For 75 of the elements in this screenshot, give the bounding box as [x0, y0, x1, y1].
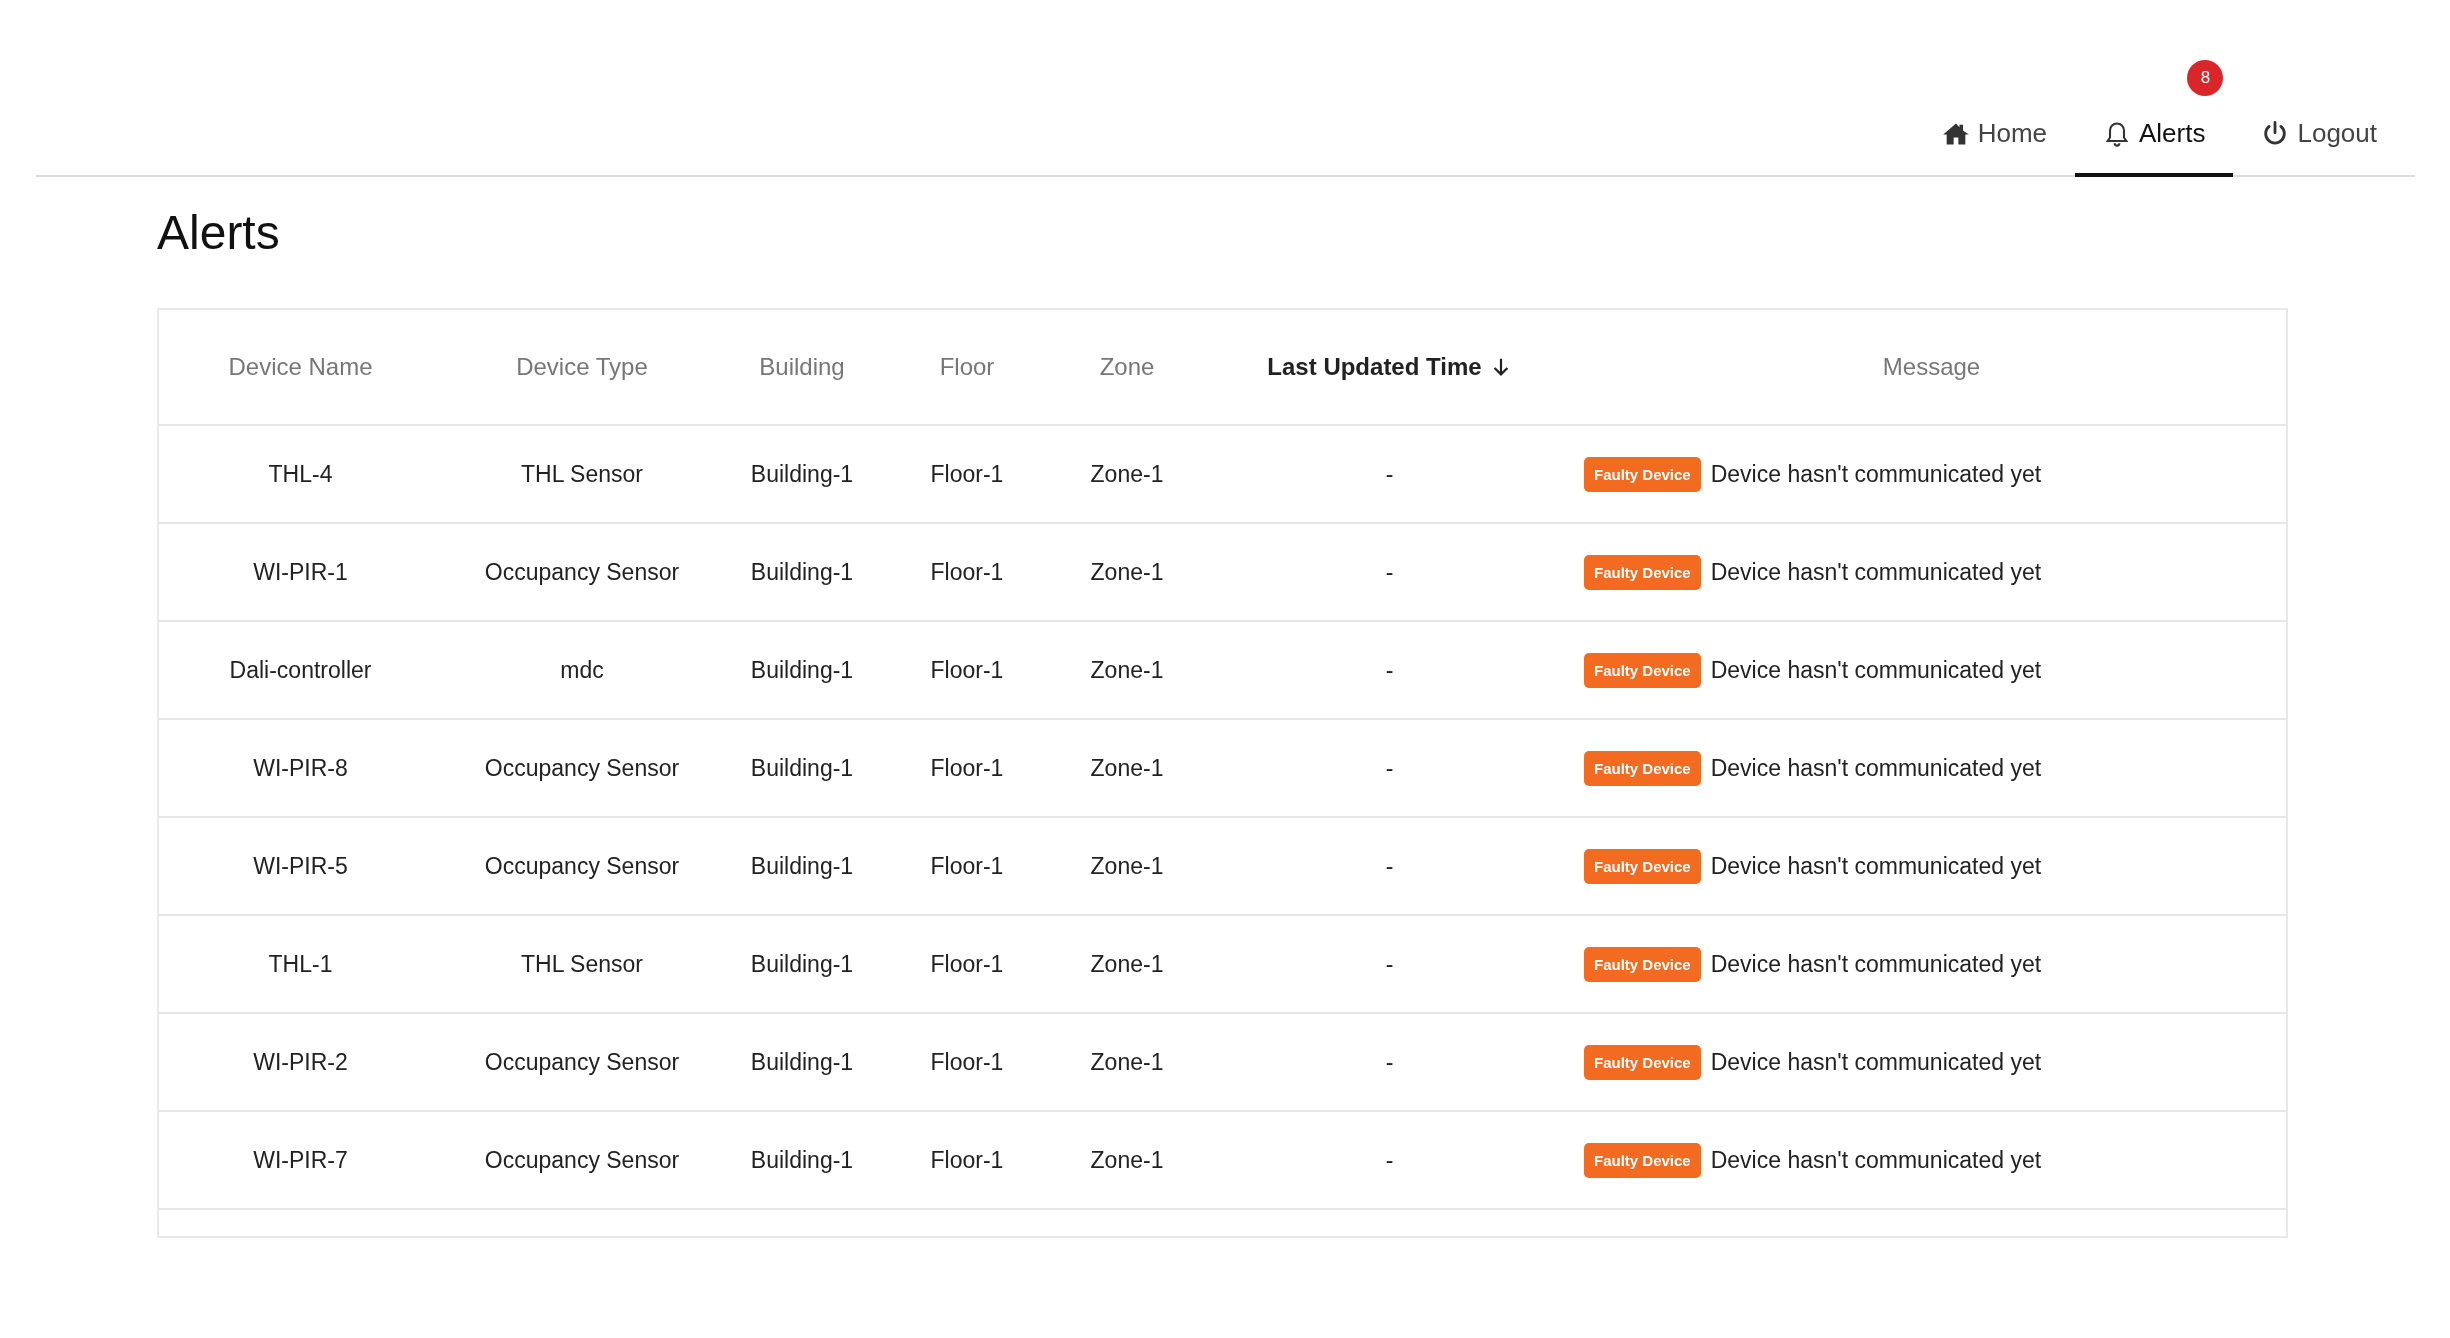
table-cell: Floor-1 [930, 1048, 1004, 1075]
message-text: Device hasn't communicated yet [1710, 754, 2042, 782]
column-header[interactable]: Building [759, 353, 845, 381]
table-cell: Occupancy Sensor [484, 1048, 680, 1075]
status-tag: Faulty Device [1584, 848, 1701, 884]
table-cell: THL Sensor [521, 950, 643, 977]
nav-tab[interactable]: Logout [2233, 118, 2405, 177]
table-cell: - [1385, 754, 1394, 781]
table-cell: Zone-1 [1090, 754, 1164, 781]
table-cell: - [1385, 950, 1394, 977]
table-cell: Zone-1 [1090, 1146, 1164, 1173]
table-cell: Building-1 [750, 460, 854, 487]
table-cell: - [1385, 1048, 1394, 1075]
status-tag: Faulty Device [1584, 652, 1701, 688]
table-cell: Occupancy Sensor [484, 558, 680, 585]
table-cell: Floor-1 [930, 558, 1004, 585]
table-cell: Building-1 [750, 754, 854, 781]
table-cell: Zone-1 [1090, 460, 1164, 487]
table-cell: - [1385, 558, 1394, 585]
table-cell: THL-4 [268, 460, 333, 487]
message-text: Device hasn't communicated yet [1710, 558, 2042, 586]
table-cell: mdc [560, 656, 604, 683]
column-header[interactable]: Zone [1099, 353, 1155, 381]
status-tag: Faulty Device [1584, 946, 1701, 982]
column-header[interactable]: Device Name [228, 353, 373, 381]
message-text: Device hasn't communicated yet [1710, 1048, 2042, 1076]
table-cell: Floor-1 [930, 460, 1004, 487]
message-text: Device hasn't communicated yet [1710, 460, 2042, 488]
table-cell: Floor-1 [930, 754, 1004, 781]
table-cell: Floor-1 [930, 656, 1004, 683]
table-cell: Floor-1 [930, 1146, 1004, 1173]
table-cell: WI-PIR-5 [253, 852, 348, 879]
table-cell: THL-1 [268, 950, 333, 977]
column-header[interactable]: Message [1882, 353, 1981, 381]
table-cell: Building-1 [750, 950, 854, 977]
status-tag: Faulty Device [1584, 554, 1701, 590]
message-text: Device hasn't communicated yet [1710, 852, 2042, 880]
table-cell: Zone-1 [1090, 852, 1164, 879]
column-header[interactable]: Last Updated Time [1267, 353, 1482, 381]
table-cell: - [1385, 656, 1394, 683]
table-cell: Zone-1 [1090, 950, 1164, 977]
table-cell: Zone-1 [1090, 1048, 1164, 1075]
table-cell: Building-1 [750, 1146, 854, 1173]
status-tag: Faulty Device [1584, 1142, 1701, 1178]
table-cell: Occupancy Sensor [484, 852, 680, 879]
table-cell: Floor-1 [930, 852, 1004, 879]
table-cell: WI-PIR-2 [253, 1048, 348, 1075]
table-cell: THL Sensor [521, 460, 643, 487]
table-cell: Building-1 [750, 852, 854, 879]
page-title: Alerts [157, 205, 281, 260]
table-cell: WI-PIR-8 [253, 754, 348, 781]
nav-tab[interactable]: Home [1913, 118, 2075, 177]
message-text: Device hasn't communicated yet [1710, 656, 2042, 684]
message-text: Device hasn't communicated yet [1710, 950, 2042, 978]
status-tag: Faulty Device [1584, 1044, 1701, 1080]
message-text: Device hasn't communicated yet [1710, 1146, 2042, 1174]
table-cell: Building-1 [750, 1048, 854, 1075]
notification-badge: 8 [2187, 60, 2224, 96]
table-cell: WI-PIR-7 [253, 1146, 348, 1173]
table-cell: Occupancy Sensor [484, 1146, 680, 1173]
table-cell: WI-PIR-1 [253, 558, 348, 585]
column-header[interactable]: Device Type [516, 353, 648, 381]
table-cell: Zone-1 [1090, 656, 1164, 683]
table-cell: Occupancy Sensor [484, 754, 680, 781]
table-cell: - [1385, 852, 1394, 879]
table-cell: Building-1 [750, 558, 854, 585]
column-header[interactable]: Floor [939, 353, 995, 381]
table-cell: Zone-1 [1090, 558, 1164, 585]
table-cell: Building-1 [750, 656, 854, 683]
table-cell: - [1385, 1146, 1394, 1173]
status-tag: Faulty Device [1584, 456, 1701, 492]
table-cell: - [1385, 460, 1394, 487]
table-cell: Floor-1 [930, 950, 1004, 977]
status-tag: Faulty Device [1584, 750, 1701, 786]
table-cell: Dali-controller [229, 656, 372, 683]
